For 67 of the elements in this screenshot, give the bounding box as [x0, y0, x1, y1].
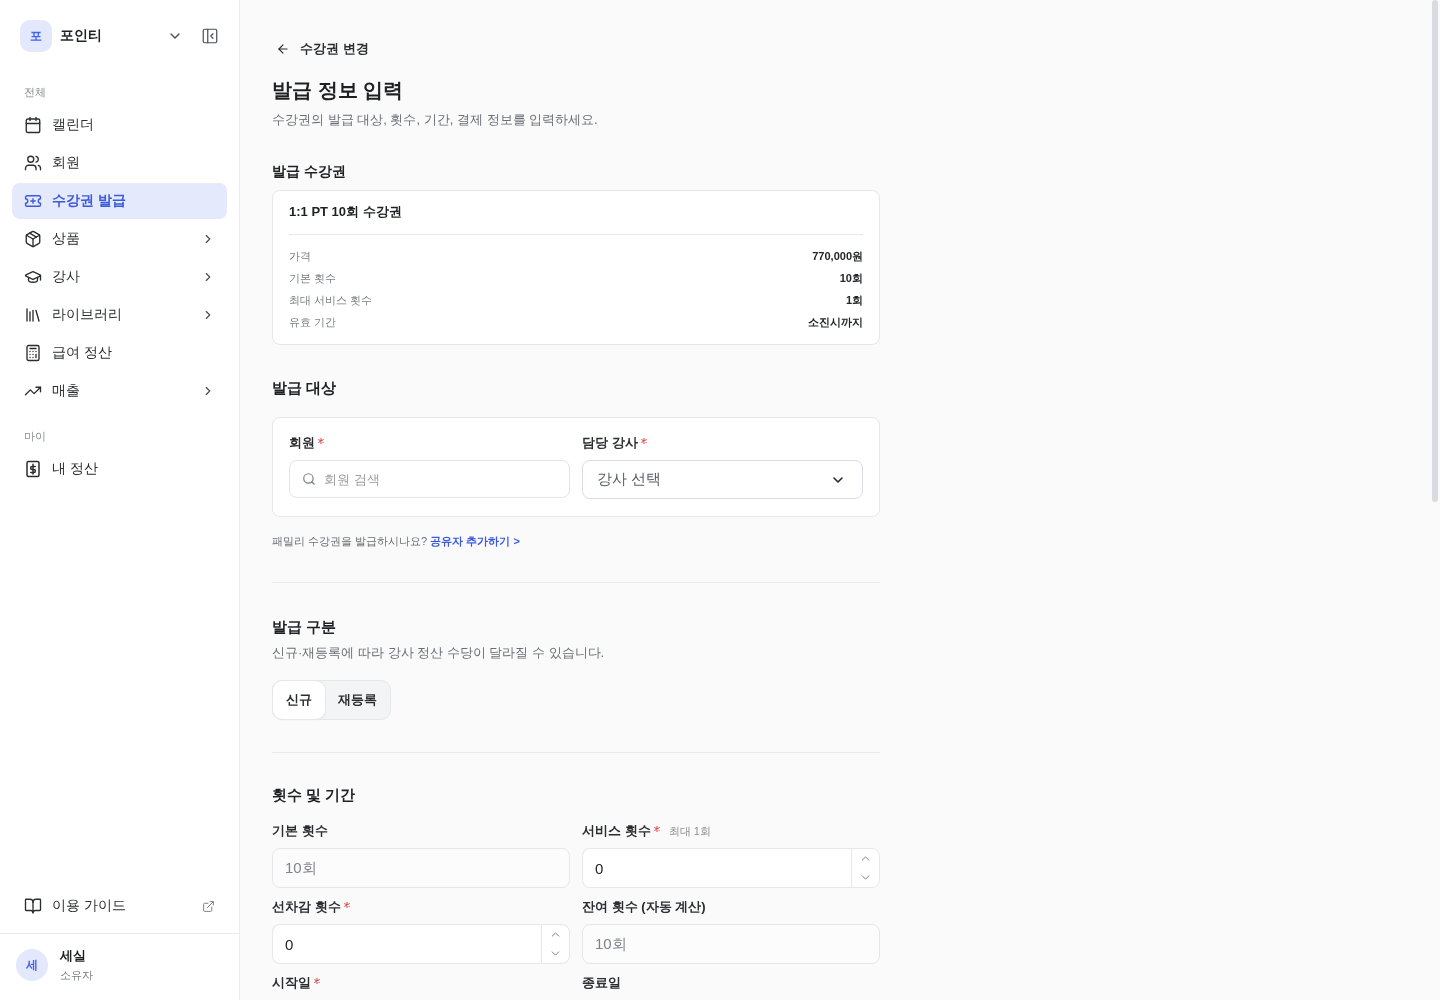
field-label: 종료일 [582, 974, 621, 992]
section-heading: 발급 구분 [272, 617, 338, 637]
detail-value: 소진시까지 [808, 314, 863, 330]
page-description: 수강권의 발급 대상, 횟수, 기간, 결제 정보를 입력하세요. [272, 111, 599, 129]
field-label: 기본 횟수 [272, 822, 328, 840]
external-link-icon [202, 899, 215, 913]
collapse-sidebar-button[interactable] [201, 27, 219, 45]
number-field[interactable]: 0 [582, 848, 851, 888]
workspace-name: 포인티 [60, 27, 103, 45]
segment-option[interactable]: 신규 [273, 681, 325, 719]
field-label: 선차감 횟수 [272, 898, 341, 916]
books-icon [24, 306, 42, 324]
box-icon [24, 230, 42, 248]
workspace-avatar: 포 [20, 20, 52, 52]
field-label: 잔여 횟수 (자동 계산) [582, 898, 706, 916]
user-role: 소유자 [60, 968, 93, 983]
readonly-field[interactable]: 10회 [582, 924, 880, 964]
field-label: 시작일 [272, 974, 311, 992]
field-label: 담당 강사 [582, 434, 638, 452]
section-heading: 발급 대상 [272, 378, 338, 398]
family-note: 패밀리 수강권을 발급하시나요? 공유자 추가하기 > [272, 534, 521, 549]
readonly-field[interactable]: 10회 [272, 848, 570, 888]
ticket-icon [24, 192, 42, 210]
section-description: 신규·재등록에 따라 강사 정산 수당이 달라질 수 있습니다. [272, 644, 606, 662]
detail-label: 최대 서비스 횟수 [289, 292, 373, 308]
scrollbar-thumb[interactable] [1432, 0, 1438, 502]
sidebar-item[interactable]: 회원 [12, 145, 227, 181]
user-name: 세실 [60, 947, 87, 965]
section-heading: 발급 수강권 [272, 162, 347, 181]
dollar-sheet-icon [24, 460, 42, 478]
graduation-cap-icon [24, 268, 42, 286]
book-icon [24, 897, 42, 915]
sidebar-item[interactable]: 라이브러리 [12, 297, 227, 333]
sidebar-item[interactable]: 내 정산 [12, 451, 227, 487]
field-label: 서비스 횟수 [582, 822, 651, 840]
section-heading: 횟수 및 기간 [272, 785, 357, 805]
user-avatar: 세 [16, 949, 48, 981]
back-button[interactable]: 수강권 변경 [272, 38, 369, 60]
segment-option[interactable]: 재등록 [325, 681, 390, 719]
detail-value: 10회 [839, 270, 863, 286]
field-label: 회원 [289, 434, 315, 452]
detail-label: 가격 [289, 248, 311, 264]
calendar-icon [24, 116, 42, 134]
sidebar-item[interactable]: 상품 [12, 221, 227, 257]
sidebar-item[interactable]: 급여 정산 [12, 335, 227, 371]
search-icon [302, 472, 316, 486]
calculator-icon [24, 344, 42, 362]
detail-value: 1회 [845, 292, 863, 308]
ticket-name: 1:1 PT 10회 수강권 [289, 202, 863, 235]
page-title: 발급 정보 입력 [272, 78, 405, 102]
detail-label: 기본 횟수 [289, 270, 337, 286]
guide-link[interactable]: 이용 가이드 [12, 888, 227, 924]
sidebar-item[interactable]: 강사 [12, 259, 227, 295]
users-icon [24, 154, 42, 172]
add-sharer-link[interactable]: 공유자 추가하기 > [430, 535, 520, 547]
number-field[interactable]: 0 [272, 924, 541, 964]
nav-group-label: 마이 [23, 429, 47, 444]
sidebar-item[interactable]: 캘린더 [12, 107, 227, 143]
instructor-select[interactable]: 강사 선택 [582, 460, 863, 499]
nav-group-label: 전체 [23, 85, 47, 100]
sidebar-item[interactable]: 수강권 발급 [12, 183, 227, 219]
member-search-field[interactable]: 회원 검색 [289, 460, 570, 498]
detail-label: 유효 기간 [289, 314, 337, 330]
panel-collapse-icon [201, 27, 219, 45]
detail-value: 770,000원 [812, 248, 863, 264]
field-hint: 최대 1회 [668, 823, 711, 839]
sidebar-item[interactable]: 매출 [12, 373, 227, 409]
